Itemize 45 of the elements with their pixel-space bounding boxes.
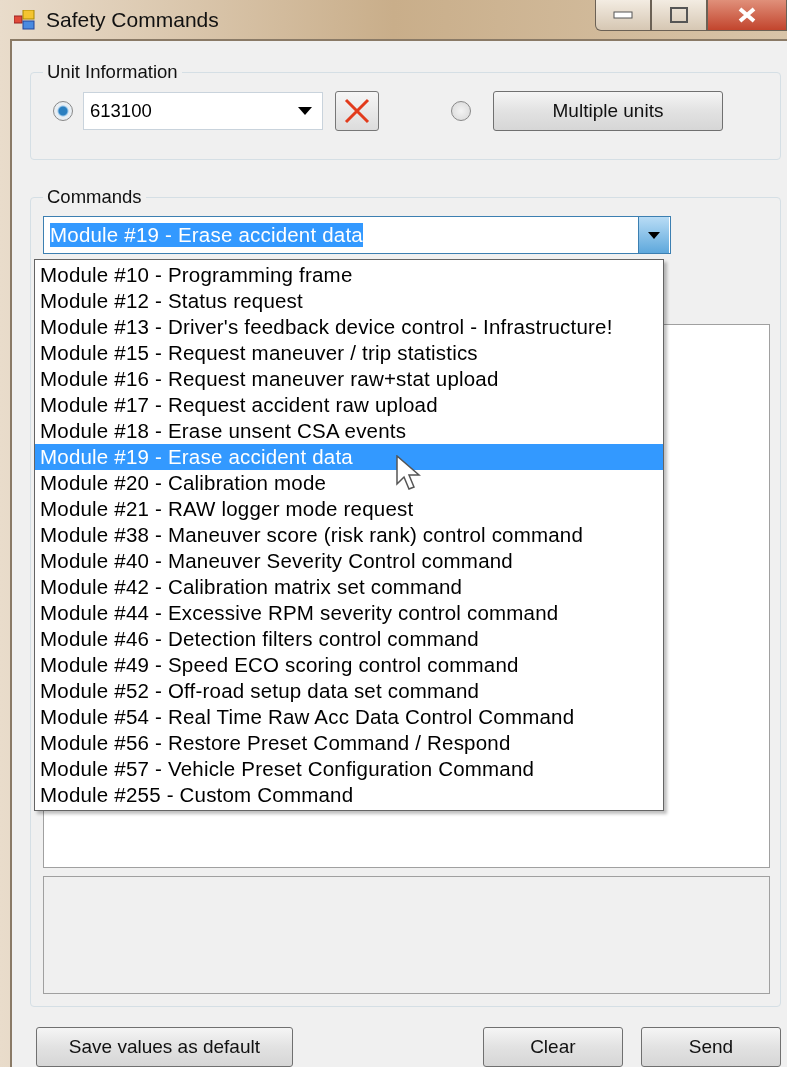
pointer-icon <box>396 455 422 493</box>
radio-button[interactable] <box>451 101 471 121</box>
app-icon <box>14 9 36 30</box>
dropdown-option[interactable]: Module #49 - Speed ECO scoring control command <box>35 652 663 678</box>
maximize-button[interactable] <box>651 0 707 31</box>
dropdown-option[interactable]: Module #52 - Off-road setup data set command <box>35 678 663 704</box>
group-label: Unit Information <box>46 61 179 83</box>
dropdown-option[interactable]: Module #21 - RAW logger mode request <box>35 496 663 522</box>
send-button[interactable]: Send <box>640 1027 781 1067</box>
window-title: Safety Commands <box>46 7 219 32</box>
clear-unit-button[interactable] <box>335 91 379 131</box>
dropdown-option[interactable]: Module #13 - Driver's feedback device control - Infrastructure! <box>35 314 663 340</box>
save-default-button[interactable]: Save values as default <box>36 1027 293 1067</box>
dropdown-option[interactable]: Module #56 - Restore Preset Command / Respond <box>35 730 663 756</box>
multiple-units-button[interactable]: Multiple units <box>493 91 723 131</box>
dropdown-option[interactable]: Module #17 - Request accident raw upload <box>35 392 663 418</box>
close-button[interactable] <box>707 0 787 31</box>
minimize-button[interactable] <box>595 0 651 31</box>
clear-button[interactable]: Clear <box>482 1027 623 1067</box>
caret-icon <box>298 107 312 115</box>
dropdown-button[interactable] <box>638 217 669 253</box>
unit-value: 613100 <box>90 100 153 122</box>
dropdown-option[interactable]: Module #44 - Excessive RPM severity control command <box>35 600 663 626</box>
minimize-icon <box>613 11 633 19</box>
dropdown-option[interactable]: Module #10 - Programming frame <box>35 262 663 288</box>
dropdown-option[interactable]: Module #16 - Request maneuver raw+stat upload <box>35 366 663 392</box>
dropdown-option[interactable]: Module #40 - Maneuver Severity Control command <box>35 548 663 574</box>
maximize-icon <box>670 7 688 23</box>
dropdown-option[interactable]: Module #42 - Calibration matrix set command <box>35 574 663 600</box>
radio-button[interactable] <box>53 101 73 121</box>
group-label: Commands <box>46 186 143 208</box>
command-value: Module #19 - Erase accident data <box>50 223 363 247</box>
dropdown-option[interactable]: Module #12 - Status request <box>35 288 663 314</box>
close-icon <box>737 7 757 23</box>
dropdown-option[interactable]: Module #46 - Detection filters control command <box>35 626 663 652</box>
dropdown-option[interactable]: Module #15 - Request maneuver / trip statistics <box>35 340 663 366</box>
close-icon <box>343 97 371 125</box>
dropdown-option[interactable]: Module #57 - Vehicle Preset Configuration Command <box>35 756 663 782</box>
caret-icon <box>648 231 660 239</box>
dropdown-option[interactable]: Module #255 - Custom Command <box>35 782 663 808</box>
dropdown-option[interactable]: Module #54 - Real Time Raw Acc Data Control Command <box>35 704 663 730</box>
dropdown-option[interactable]: Module #20 - Calibration mode <box>35 470 663 496</box>
dropdown-option[interactable]: Module #18 - Erase unsent CSA events <box>35 418 663 444</box>
unit-combo-box[interactable]: 613100 <box>83 92 323 130</box>
dropdown-option[interactable]: Module #38 - Maneuver score (risk rank) control command <box>35 522 663 548</box>
